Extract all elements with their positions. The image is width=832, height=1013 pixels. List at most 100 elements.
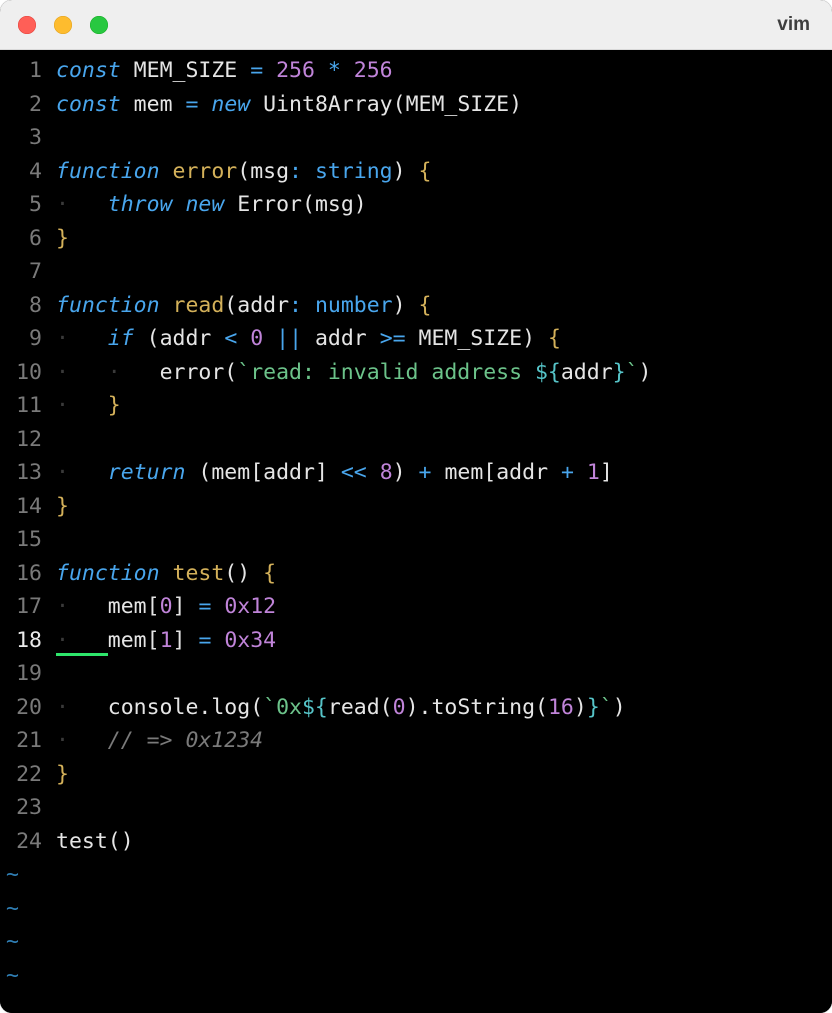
token-brace: } xyxy=(108,393,121,418)
terminal-window: vim 1const MEM_SIZE = 256 * 2562const me… xyxy=(0,0,832,1013)
token-brace: } xyxy=(56,494,69,519)
token-punc: ) xyxy=(354,192,367,217)
code-line[interactable]: 13· return (mem[addr] << 8) + mem[addr +… xyxy=(0,456,832,490)
tilde-icon: ~ xyxy=(0,925,56,959)
line-number: 8 xyxy=(0,289,56,323)
token-op: || xyxy=(276,326,302,351)
code-content: · mem[1] = 0x34 xyxy=(56,624,276,658)
token-punc: ] xyxy=(173,628,186,653)
token-num: 0x12 xyxy=(224,594,276,619)
code-content: · throw new Error(msg) xyxy=(56,188,367,222)
token-punc: ( xyxy=(380,695,393,720)
minimize-icon[interactable] xyxy=(54,16,72,34)
token-interpvar: read xyxy=(328,695,380,720)
token-kw: function xyxy=(56,561,160,586)
line-number: 11 xyxy=(0,389,56,423)
code-content: · // => 0x1234 xyxy=(56,724,263,758)
token-kw: new xyxy=(185,192,224,217)
code-line[interactable]: 9· if (addr < 0 || addr >= MEM_SIZE) { xyxy=(0,322,832,356)
token-ident xyxy=(367,460,380,485)
token-ident: mem xyxy=(121,92,186,117)
code-line[interactable]: 1const MEM_SIZE = 256 * 256 xyxy=(0,54,832,88)
token-num: 16 xyxy=(548,695,574,720)
token-func: test xyxy=(173,561,225,586)
token-op: : xyxy=(289,293,302,318)
token-punc: ) xyxy=(522,326,535,351)
indent-guide: · xyxy=(56,360,108,385)
token-call: error xyxy=(160,360,225,385)
token-ident xyxy=(315,58,328,83)
code-line[interactable]: 5· throw new Error(msg) xyxy=(0,188,832,222)
code-line[interactable]: 20· console.log(`0x${read(0).toString(16… xyxy=(0,691,832,725)
code-line[interactable]: 22} xyxy=(0,758,832,792)
token-ident xyxy=(134,326,147,351)
token-punc: . xyxy=(198,695,211,720)
token-op: << xyxy=(341,460,367,485)
token-kw: if xyxy=(108,326,134,351)
code-content: · console.log(`0x${read(0).toString(16)}… xyxy=(56,691,626,725)
token-punc: ( xyxy=(393,92,406,117)
token-ident: mem xyxy=(432,460,484,485)
code-line[interactable]: 2const mem = new Uint8Array(MEM_SIZE) xyxy=(0,88,832,122)
code-line[interactable]: 15 xyxy=(0,523,832,557)
titlebar[interactable]: vim xyxy=(0,0,832,50)
token-kw: throw xyxy=(108,192,173,217)
code-line[interactable]: 7 xyxy=(0,255,832,289)
token-num: 1 xyxy=(160,628,173,653)
close-icon[interactable] xyxy=(18,16,36,34)
token-num: 0 xyxy=(393,695,406,720)
token-func: error xyxy=(173,159,238,184)
indent-guide: · xyxy=(56,628,108,656)
code-line[interactable]: 3 xyxy=(0,121,832,155)
indent-guide: · xyxy=(56,728,108,753)
token-ident xyxy=(211,628,224,653)
token-punc: ] xyxy=(600,460,613,485)
token-ident: addr xyxy=(302,326,380,351)
code-content: function test() { xyxy=(56,557,276,591)
zoom-icon[interactable] xyxy=(90,16,108,34)
token-ident: MEM_SIZE xyxy=(406,326,523,351)
token-class: Error xyxy=(237,192,302,217)
token-num: 256 xyxy=(354,58,393,83)
indent-guide: · xyxy=(56,192,108,217)
tilde-icon: ~ xyxy=(0,959,56,993)
token-brace: { xyxy=(548,326,561,351)
code-content: } xyxy=(56,222,69,256)
token-kw: return xyxy=(108,460,186,485)
token-kw: const xyxy=(56,92,121,117)
token-ident xyxy=(250,561,263,586)
line-number: 21 xyxy=(0,724,56,758)
token-ident: addr xyxy=(160,326,225,351)
token-punc: ( xyxy=(535,695,548,720)
token-op: = xyxy=(198,594,211,619)
line-number: 24 xyxy=(0,825,56,859)
token-interpvar: addr xyxy=(561,360,613,385)
token-op: + xyxy=(419,460,432,485)
editor-area[interactable]: 1const MEM_SIZE = 256 * 2562const mem = … xyxy=(0,50,832,1013)
line-number: 3 xyxy=(0,121,56,155)
code-line[interactable]: 16function test() { xyxy=(0,557,832,591)
code-line[interactable]: 4function error(msg: string) { xyxy=(0,155,832,189)
code-line[interactable]: 12 xyxy=(0,423,832,457)
code-line[interactable]: 23 xyxy=(0,791,832,825)
token-punc: ( xyxy=(147,326,160,351)
code-line[interactable]: 6} xyxy=(0,222,832,256)
token-ident xyxy=(302,293,315,318)
token-ident xyxy=(574,460,587,485)
code-line[interactable]: 8function read(addr: number) { xyxy=(0,289,832,323)
token-punc: ) xyxy=(509,92,522,117)
token-brace: { xyxy=(419,293,432,318)
code-line[interactable]: 17· mem[0] = 0x12 xyxy=(0,590,832,624)
code-line[interactable]: 24test() xyxy=(0,825,832,859)
window-title: vim xyxy=(777,14,810,36)
code-line[interactable]: 14} xyxy=(0,490,832,524)
code-line[interactable]: 18· mem[1] = 0x34 xyxy=(0,624,832,658)
tilde-icon: ~ xyxy=(0,892,56,926)
code-line[interactable]: 21· // => 0x1234 xyxy=(0,724,832,758)
token-punc: ] xyxy=(173,594,186,619)
code-line[interactable]: 10· · error(`read: invalid address ${add… xyxy=(0,356,832,390)
code-content: function read(addr: number) { xyxy=(56,289,431,323)
code-line[interactable]: 11· } xyxy=(0,389,832,423)
code-line[interactable]: 19 xyxy=(0,657,832,691)
token-ident xyxy=(302,159,315,184)
